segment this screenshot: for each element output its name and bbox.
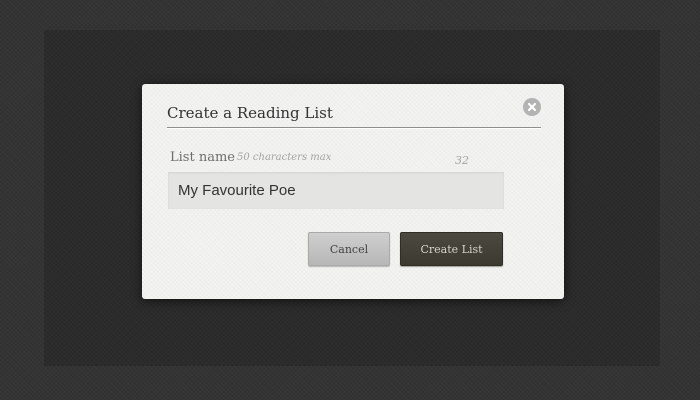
close-button[interactable] <box>523 98 541 116</box>
cancel-button[interactable]: Cancel <box>308 232 390 266</box>
character-limit-hint: 50 characters max <box>237 152 332 163</box>
characters-remaining-count: 32 <box>455 154 469 167</box>
title-divider <box>167 127 541 129</box>
create-reading-list-dialog: Create a Reading List List name 50 chara… <box>142 84 564 299</box>
list-name-label: List name <box>170 150 235 165</box>
dialog-title: Create a Reading List <box>167 104 333 122</box>
create-list-button[interactable]: Create List <box>400 232 503 266</box>
close-icon <box>527 102 537 112</box>
list-name-input[interactable] <box>168 172 504 209</box>
